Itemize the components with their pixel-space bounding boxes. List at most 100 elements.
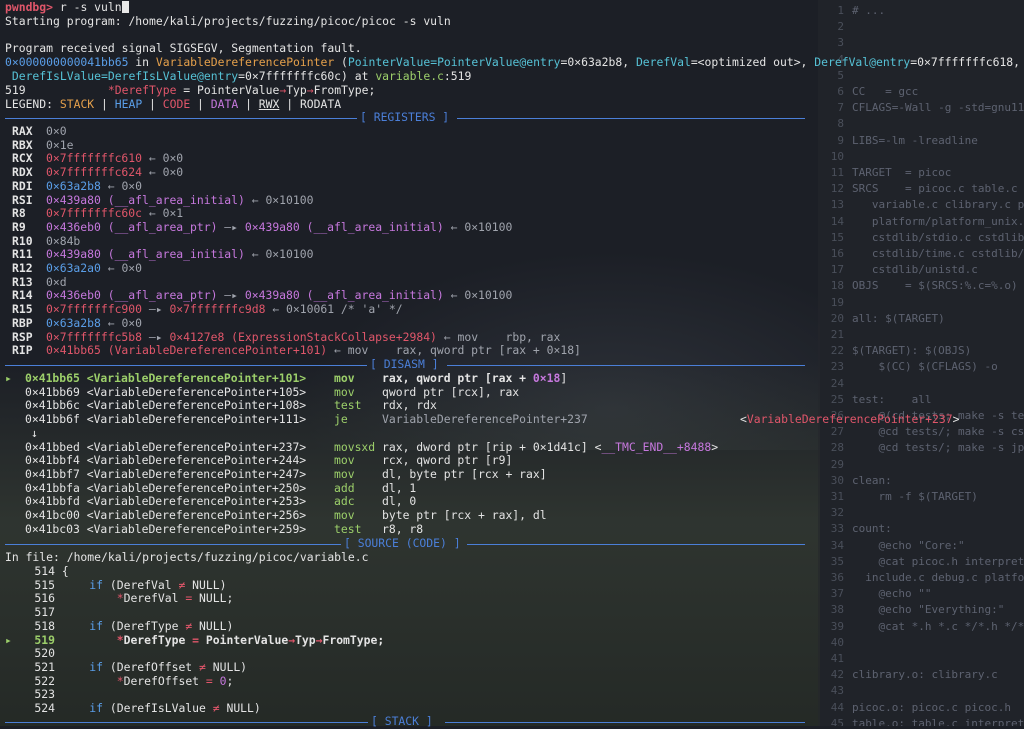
source-token: if [61,659,110,674]
register-value: ← 0×0 [100,178,143,193]
instruction-address: 0×41bbfd <VariableDereferencePointer+253… [25,494,307,509]
register-value: 0×0 [46,124,67,138]
disasm-row[interactable]: 0×41bbf7 <VariableDereferencePointer+247… [5,466,547,482]
register-value: —▸ [142,302,170,317]
current-line-assign: = PointerValue [176,83,280,97]
register-value: 0×4127e8 (ExpressionStackCollapse+2984) [169,329,437,344]
legend-rwx: RWX [258,97,280,111]
jump-arrow-icon: ↓ [31,425,38,440]
register-value: 0×63a2b8 [46,315,101,330]
source-token: ; [226,673,234,688]
current-line-marker-icon: ▸ [5,632,19,647]
source-token: * [61,591,124,606]
legend: LEGEND: STACK | HEAP | CODE | DATA | RWX… [5,97,342,111]
frame-arg3-value: =0×7fffffffc618, [910,55,1021,69]
source-token: if [61,618,110,633]
register-name: R10 [12,233,33,248]
source-token: NULL) [205,659,248,674]
frame-file[interactable]: variable.c [375,69,444,83]
instruction-address: 0×41bc03 <VariableDereferencePointer+259… [25,521,307,536]
register-value: ← 0×10100 [443,288,513,303]
source-token: NULL) [185,577,227,592]
jump-target: <VariableDereferencePointer+237> [740,412,960,427]
legend-label: LEGEND: [5,97,60,111]
current-line-typ: Typ [286,83,307,97]
terminal[interactable]: pwndbg> r -s vuln Starting program: /hom… [5,0,1024,728]
legend-data: DATA [210,97,239,111]
register-value: 0×d [46,274,67,289]
register-value: ← 0×10100 [443,219,513,234]
instruction-operands: dl, byte ptr [rcx + rax] [382,466,547,481]
instruction-address: 0×41bc00 <VariableDereferencePointer+256… [25,508,307,522]
instruction-operands: rax, qword ptr [rax + [382,371,533,385]
disasm-row[interactable]: 0×41bb6f <VariableDereferencePointer+111… [5,412,959,427]
starting-line: Starting program: /home/kali/projects/fu… [5,14,451,28]
source-token: (DerefVal [109,577,179,592]
source-header: [ SOURCE (CODE) ] [344,536,461,550]
register-name: RSI [12,192,33,207]
register-value: ← mov rbp, rax [436,329,561,344]
register-name: R9 [12,219,26,234]
disasm-row[interactable]: 0×41bc00 <VariableDereferencePointer+256… [5,508,547,523]
register-value: ← 0×0 [100,261,143,275]
disasm-row[interactable]: ↓ [31,425,38,441]
source-token: NULL) [192,618,234,633]
stack-header: [ STACK ] [371,714,433,728]
source-token: if [61,701,110,715]
register-name: RDX [12,165,33,180]
source-line: 517 [5,605,62,620]
instruction-operands: rax, dword ptr [rip + 0×1d41c] < [382,439,602,454]
legend-stack: STACK [59,97,95,111]
source-token: Typ [295,632,316,647]
source-separator: [ SOURCE (CODE) ] [5,536,805,551]
register-value: 0×436eb0 (__afl_area_ptr) [46,219,218,234]
disasm-row[interactable]: 0×41bc03 <VariableDereferencePointer+259… [5,521,423,537]
register-value: 0×7fffffffc624 [46,165,143,180]
instruction-address: 0×41bbf7 <VariableDereferencePointer+247… [25,466,307,481]
frame-arg3: DerefVal@entry [814,55,911,69]
instruction-opcode: mov [334,508,355,522]
frame-arg2: DerefVal [635,55,691,69]
frame-in: in [128,55,156,69]
command-input[interactable]: r -s vuln [60,0,122,14]
instruction-operands: byte ptr [rcx + rax], dl [382,508,547,522]
instruction-address: 0×41bbfa <VariableDereferencePointer+250… [25,480,307,495]
register-value: 0×63a2b8 [46,178,101,193]
signal-line: Program received signal SIGSEGV, Segment… [5,41,362,55]
current-instruction-marker-icon: ▸ [5,371,19,385]
source-token: (DerefType [109,618,186,633]
register-value: 0×439a80 (__afl_area_initial) [46,192,245,207]
instruction-address: 0×41bb65 <VariableDereferencePointer+101… [25,371,307,385]
source-file-path: In file: /home/kali/projects/fuzzing/pic… [5,550,369,564]
source-current-line: ▸ 519 *DerefType = PointerValue→Typ→From… [5,632,384,648]
current-source-line: 519 *DerefType = PointerValue→Typ→FromTy… [5,83,376,97]
source-token: NULL; [192,591,234,606]
registers-header: [ REGISTERS ] [360,110,450,124]
source-line-number: 521 [34,659,55,674]
register-value: ← 0×0 [142,165,184,180]
instruction-opcode: test [334,521,362,536]
register-row-r9: R9 0×436eb0 (__afl_area_ptr) —▸ 0×439a80 … [12,219,513,235]
register-name: R12 [12,261,33,275]
register-value: 0×41bb65 (VariableDereferencePointer+101… [46,343,328,358]
frame-paren: ( [334,55,348,69]
instruction-opcode: mov [334,453,355,468]
instruction-operands: dl, 1 [382,480,417,495]
source-line-number: 518 [34,618,55,633]
instruction-address: 0×41bb6c <VariableDereferencePointer+108… [25,398,307,413]
instruction-address: 0×41bbf4 <VariableDereferencePointer+244… [25,453,307,468]
